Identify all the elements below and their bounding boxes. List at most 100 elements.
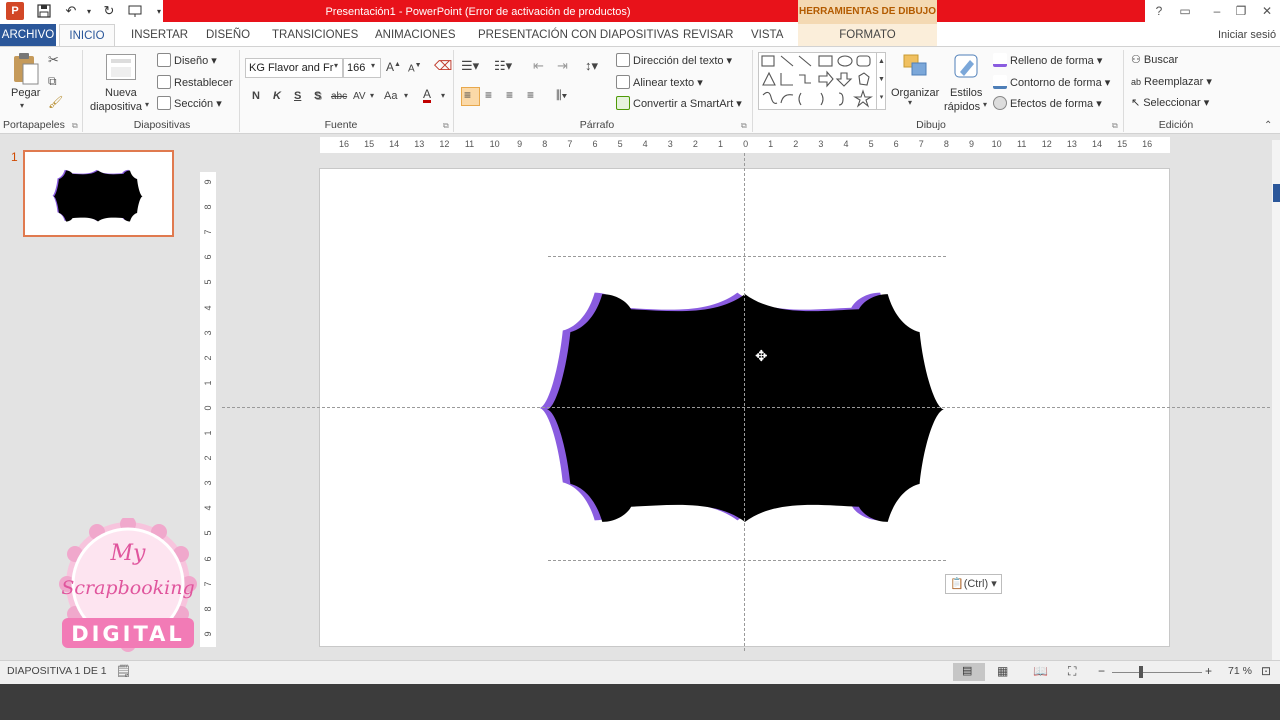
char-spacing-button[interactable]: AV [353, 91, 366, 102]
font-name-dropdown-icon[interactable]: ▾ [334, 61, 338, 70]
slide-thumbnail[interactable] [23, 150, 174, 237]
new-slide-dropdown-icon[interactable]: ▾ [145, 100, 149, 109]
paste-icon[interactable] [12, 52, 40, 86]
replace-button[interactable]: ab Reemplazar ▾ [1131, 75, 1212, 89]
side-panel-tab[interactable] [1273, 184, 1280, 202]
strikethrough-button[interactable]: abc [331, 91, 347, 102]
font-color-button[interactable]: A [423, 88, 432, 103]
arrange-button[interactable]: Organizar [891, 86, 939, 100]
sign-in-link[interactable]: Iniciar sesió [1218, 24, 1276, 46]
underline-button[interactable]: S [294, 90, 301, 102]
tab-revisar[interactable]: REVISAR [675, 24, 742, 46]
zoom-slider-thumb[interactable] [1139, 666, 1143, 678]
arrange-dropdown-icon[interactable]: ▾ [908, 98, 912, 107]
char-spacing-dropdown-icon[interactable]: ▾ [370, 91, 374, 100]
font-size-combo[interactable]: 166 [343, 58, 381, 78]
paste-options-button[interactable]: 📋(Ctrl) ▾ [945, 574, 1002, 594]
new-slide-label-2[interactable]: diapositiva [90, 100, 142, 114]
fit-to-window-icon[interactable]: ⊡ [1261, 664, 1271, 678]
save-icon[interactable] [35, 2, 53, 20]
italic-button[interactable]: K [273, 90, 281, 102]
quick-styles-dropdown-icon[interactable]: ▾ [983, 100, 987, 109]
change-case-button[interactable]: Aa [384, 90, 397, 102]
align-right-icon[interactable]: ≡ [506, 88, 513, 102]
help-icon[interactable]: ? [1148, 2, 1170, 20]
minimize-icon[interactable]: – [1206, 2, 1228, 20]
shapes-gallery[interactable] [758, 52, 886, 110]
font-name-combo[interactable]: KG Flavor and Fr [245, 58, 343, 78]
font-color-dropdown-icon[interactable]: ▾ [441, 91, 445, 100]
text-direction-button[interactable]: Dirección del texto ▾ [616, 53, 732, 68]
slide-sorter-icon[interactable]: ▦ [997, 664, 1008, 678]
tab-formato[interactable]: FORMATO [798, 24, 937, 46]
notes-icon[interactable]: 🗒 [116, 664, 131, 678]
format-painter-icon[interactable]: 🖌 [48, 95, 63, 109]
change-case-dropdown-icon[interactable]: ▾ [404, 91, 408, 100]
new-slide-icon[interactable] [106, 54, 136, 80]
zoom-level[interactable]: 71 % [1228, 665, 1252, 677]
line-spacing-icon[interactable]: ↕▾ [585, 58, 598, 74]
shape-outline-button[interactable]: Contorno de forma ▾ [993, 75, 1110, 90]
zoom-in-icon[interactable]: + [1205, 664, 1212, 678]
dialog-launcher-icon[interactable]: ⧉ [72, 121, 78, 131]
bold-button[interactable]: N [252, 90, 260, 102]
new-slide-label-1[interactable]: Nueva [105, 86, 137, 100]
restore-icon[interactable]: ❐ [1230, 2, 1252, 20]
zoom-out-icon[interactable]: − [1098, 664, 1105, 678]
increase-indent-icon[interactable]: ⇥ [557, 58, 568, 74]
horizontal-guide[interactable] [222, 407, 1280, 408]
align-text-button[interactable]: Alinear texto ▾ [616, 75, 703, 90]
quick-styles-label-2[interactable]: rápidos [944, 100, 980, 114]
align-center-icon[interactable]: ≡ [485, 88, 492, 102]
tab-presentacion[interactable]: PRESENTACIÓN CON DIAPOSITIVAS [470, 24, 687, 46]
paste-dropdown-icon[interactable]: ▾ [20, 98, 24, 114]
select-button[interactable]: ↖ Seleccionar ▾ [1131, 96, 1209, 110]
grow-font-icon[interactable]: A▲ [386, 60, 401, 74]
copy-icon[interactable]: ⧉ [48, 74, 57, 89]
justify-icon[interactable]: ≡ [527, 88, 534, 102]
smartart-button[interactable]: Convertir a SmartArt ▾ [616, 96, 742, 111]
section-button[interactable]: Sección ▾ [157, 96, 222, 111]
tab-inicio[interactable]: INICIO [59, 24, 115, 46]
find-button[interactable]: ⚇ Buscar [1131, 53, 1178, 67]
powerpoint-logo-icon[interactable]: P [6, 2, 24, 20]
quick-styles-icon[interactable] [952, 52, 982, 84]
font-size-dropdown-icon[interactable]: ▾ [371, 61, 375, 70]
tab-diseno[interactable]: DISEÑO [198, 24, 258, 46]
shape-fill-button[interactable]: Relleno de forma ▾ [993, 53, 1102, 68]
quick-styles-label-1[interactable]: Estilos [950, 86, 982, 100]
undo-dropdown-icon[interactable]: ▾ [80, 2, 98, 20]
reset-button[interactable]: Restablecer [157, 75, 233, 90]
tab-archivo[interactable]: ARCHIVO [0, 24, 56, 46]
tab-insertar[interactable]: INSERTAR [123, 24, 196, 46]
redo-icon[interactable]: ↻ [100, 2, 118, 20]
dialog-launcher-icon[interactable]: ⧉ [443, 121, 449, 131]
numbering-icon[interactable]: ☷▾ [494, 58, 512, 74]
start-presentation-icon[interactable] [126, 2, 144, 20]
collapse-ribbon-icon[interactable]: ⌃ [1264, 120, 1272, 131]
close-icon[interactable]: ✕ [1256, 2, 1278, 20]
vertical-scrollbar[interactable] [1272, 140, 1280, 660]
arrange-icon[interactable] [900, 52, 930, 84]
zoom-slider-track[interactable] [1112, 672, 1202, 673]
vertical-guide[interactable] [744, 153, 745, 651]
shadow-button[interactable]: S [314, 90, 321, 102]
clear-formatting-icon[interactable]: ⌫ [434, 58, 452, 74]
undo-icon[interactable]: ↶ [62, 2, 80, 20]
ribbon-display-icon[interactable]: ▭ [1174, 2, 1196, 20]
layout-button[interactable]: Diseño ▾ [157, 53, 217, 68]
shapes-gallery-scroll[interactable]: ▲ ▼ ▾ [876, 53, 886, 109]
tab-animaciones[interactable]: ANIMACIONES [367, 24, 464, 46]
reading-view-icon[interactable]: 📖 [1033, 664, 1048, 678]
dialog-launcher-icon[interactable]: ⧉ [1112, 121, 1118, 131]
slideshow-icon[interactable]: ⛶ [1068, 664, 1076, 679]
tab-transiciones[interactable]: TRANSICIONES [264, 24, 366, 46]
shape-effects-button[interactable]: Efectos de forma ▾ [993, 96, 1102, 111]
frame-shape[interactable] [540, 250, 950, 566]
columns-icon[interactable]: ⫼▾ [556, 88, 567, 103]
bullets-icon[interactable]: ☰▾ [461, 58, 479, 74]
shrink-font-icon[interactable]: A▼ [408, 62, 422, 74]
dialog-launcher-icon[interactable]: ⧉ [741, 121, 747, 131]
decrease-indent-icon[interactable]: ⇤ [533, 58, 544, 74]
paste-button[interactable]: Pegar [11, 86, 40, 100]
